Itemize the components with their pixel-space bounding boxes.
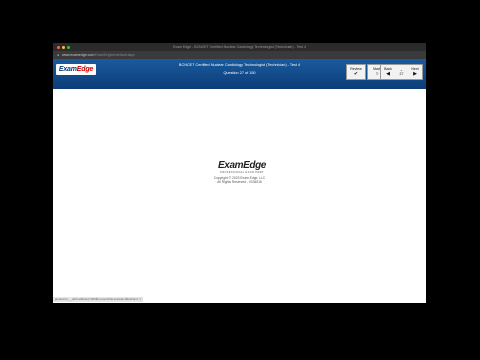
address-url[interactable]: www.examedge.com/ExamEngine/default.aspx	[62, 53, 135, 57]
navigation-tools: Back ◀ ⌄ 27 Next ▶	[380, 64, 423, 80]
next-button[interactable]: Next ▶	[408, 65, 422, 79]
url-domain: www.examedge.com	[62, 53, 95, 57]
loading-logo-exam: Exam	[218, 160, 244, 171]
browser-window: Exam Edge - BCNCET Certified Nuclear Car…	[53, 43, 426, 303]
question-jump-select[interactable]: ⌄ 27	[395, 65, 408, 79]
loading-logo-wordmark: ExamEdge	[214, 160, 270, 171]
window-titlebar: Exam Edge - BCNCET Certified Nuclear Car…	[53, 43, 426, 51]
circle-icon: ○	[375, 71, 379, 77]
question-number: 27	[399, 72, 404, 76]
copyright-notice: Copyright © 2023 Exam Edge, LLC All Righ…	[193, 176, 286, 185]
review-button[interactable]: Review ✔	[346, 64, 366, 80]
exam-header: Exam Edge BCNCET Certified Nuclear Cardio…	[53, 59, 426, 104]
logo-tagline: PROFESSIONAL EXAM PREP	[220, 171, 264, 174]
browser-status-bar: javascript:__doPostBack('ctl00$ContentPl…	[53, 297, 144, 302]
lock-icon: ●	[57, 52, 60, 57]
arrow-right-icon: ▶	[413, 71, 417, 77]
exam-title: BCNCET Certified Nuclear Cardiology Tech…	[178, 63, 301, 67]
loading-logo: ExamEdge PROFESSIONAL EXAM PREP	[214, 160, 270, 174]
nav-group: Back ◀ ⌄ 27 Next ▶	[380, 64, 423, 80]
question-counter: Question 27 of 150	[223, 71, 256, 75]
address-bar[interactable]: ● www.examedge.com/ExamEngine/default.as…	[53, 51, 426, 59]
copyright-line-2: All Rights Reserved - 0034516	[217, 180, 262, 185]
window-title: Exam Edge - BCNCET Certified Nuclear Car…	[173, 45, 306, 49]
question-content-area: ExamEdge PROFESSIONAL EXAM PREP Copyrigh…	[53, 89, 426, 303]
arrow-left-icon: ◀	[386, 71, 390, 77]
logo-edge-text: Edge	[76, 66, 94, 73]
logo-exam-text: Exam	[58, 66, 77, 73]
loading-logo-edge: Edge	[243, 160, 266, 171]
back-button[interactable]: Back ◀	[381, 65, 395, 79]
checkmark-icon: ✔	[353, 71, 359, 77]
examedge-logo: Exam Edge	[56, 64, 96, 75]
url-path: /ExamEngine/default.aspx	[94, 53, 135, 57]
